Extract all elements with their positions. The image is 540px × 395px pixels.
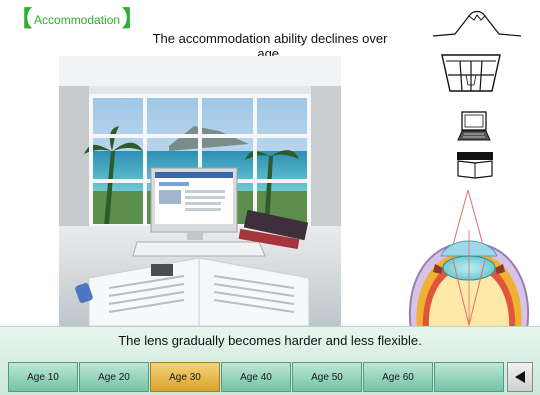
bracket-close-icon: 】 <box>122 7 145 32</box>
tab-age-40[interactable]: Age 40 <box>221 362 291 392</box>
laptop-icon <box>456 108 492 144</box>
triangle-left-icon <box>515 371 525 383</box>
mountain-icon <box>432 6 522 40</box>
tab-age-30[interactable]: Age 30 <box>150 362 220 392</box>
tab-age-20[interactable]: Age 20 <box>79 362 149 392</box>
tab-age-10[interactable]: Age 10 <box>8 362 78 392</box>
section-tag-label: Accommodation <box>34 13 121 27</box>
caption: The lens gradually becomes harder and le… <box>118 333 422 348</box>
bottom-panel: The lens gradually becomes harder and le… <box>0 326 540 395</box>
window-icon <box>440 53 502 93</box>
bracket-open-icon: 【 <box>10 7 33 32</box>
eye-lens-diagram <box>405 190 540 330</box>
tab-age-50[interactable]: Age 50 <box>292 362 362 392</box>
tab-empty <box>434 362 504 392</box>
section-tag: 【 Accommodation 】 <box>10 8 144 32</box>
book-icon <box>455 150 495 180</box>
age-tab-bar: Age 10 Age 20 Age 30 Age 40 Age 50 Age 6… <box>8 362 534 392</box>
office-window-photo <box>59 56 341 326</box>
back-button[interactable] <box>507 362 533 392</box>
tab-age-60[interactable]: Age 60 <box>363 362 433 392</box>
